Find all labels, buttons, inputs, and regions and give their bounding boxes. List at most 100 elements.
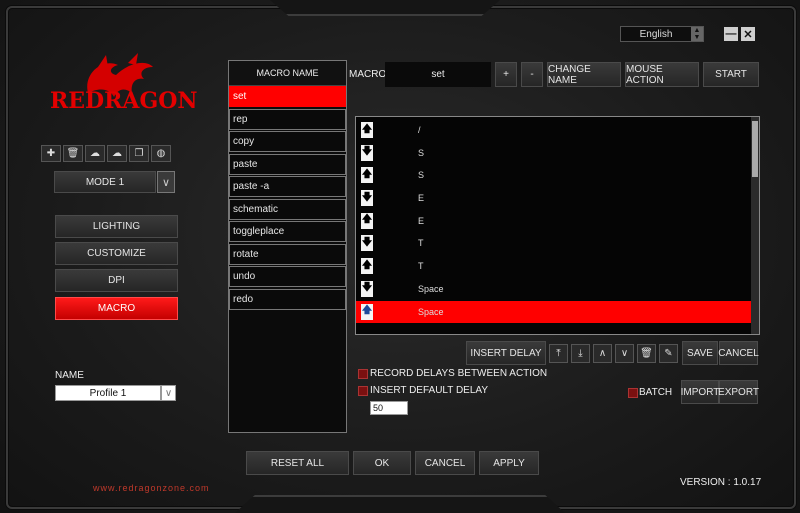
brand-url: www.redragonzone.com bbox=[93, 483, 210, 493]
default-delay-input[interactable]: 50 bbox=[370, 401, 408, 415]
insert-default-delay-checkbox[interactable] bbox=[358, 386, 368, 396]
nav-dpi-button[interactable]: DPI bbox=[55, 269, 178, 292]
profile-select[interactable]: Profile 1 ∨ bbox=[55, 385, 176, 401]
key-down-icon: 🡇 bbox=[361, 144, 373, 161]
move-top-icon[interactable]: ⤒ bbox=[549, 344, 568, 363]
profile-toolbar: ✚ 🗑 ☁ ☁ ❐ ◍ bbox=[41, 145, 171, 162]
macro-event-key: S bbox=[418, 147, 425, 158]
macro-event-key: S bbox=[418, 170, 425, 181]
macro-event-key: E bbox=[418, 215, 425, 226]
delete-icon[interactable]: 🗑 bbox=[63, 145, 83, 162]
macro-list-item[interactable]: schematic bbox=[229, 198, 346, 220]
copy-icon[interactable]: ❐ bbox=[129, 145, 149, 162]
start-record-button[interactable]: START bbox=[703, 62, 759, 87]
close-icon[interactable]: ✕ bbox=[741, 27, 755, 41]
reset-all-button[interactable]: RESET ALL bbox=[246, 451, 349, 475]
cloud-upload-icon[interactable]: ☁ bbox=[85, 145, 105, 162]
export-button[interactable]: EXPORT bbox=[718, 380, 759, 404]
macro-list-item[interactable]: set bbox=[229, 86, 346, 107]
language-spinner-icon[interactable]: ▲ ▼ bbox=[691, 27, 703, 41]
remove-macro-button[interactable]: - bbox=[521, 62, 543, 87]
profile-name-label: NAME bbox=[55, 370, 84, 381]
key-down-icon: 🡇 bbox=[361, 280, 373, 297]
macro-event-row[interactable]: 🡅 Space bbox=[356, 300, 759, 324]
app-window: English ▲ ▼ — ✕ REDRAGON ✚ 🗑 ☁ ☁ ❐ ◍ MODE… bbox=[0, 0, 800, 513]
chevron-down-icon[interactable]: ∨ bbox=[161, 385, 176, 401]
macro-list-item[interactable]: rotate bbox=[229, 243, 346, 265]
macro-event-row[interactable]: 🡇 S bbox=[356, 142, 759, 165]
import-button[interactable]: IMPORT bbox=[681, 380, 719, 404]
cancel-edit-button[interactable]: CANCEL bbox=[718, 341, 759, 365]
apply-button[interactable]: APPLY bbox=[479, 451, 539, 475]
macro-list-item[interactable]: redo bbox=[229, 288, 346, 310]
nav-macro-button[interactable]: MACRO bbox=[55, 297, 178, 320]
cancel-button[interactable]: CANCEL bbox=[415, 451, 475, 475]
add-macro-button[interactable]: + bbox=[495, 62, 517, 87]
move-down-icon[interactable]: ∨ bbox=[615, 344, 634, 363]
nav-customize-button[interactable]: CUSTOMIZE bbox=[55, 242, 178, 265]
insert-default-delay-label: INSERT DEFAULT DELAY bbox=[370, 385, 489, 396]
move-bottom-icon[interactable]: ⤓ bbox=[571, 344, 590, 363]
macro-list-header: MACRO NAME bbox=[229, 61, 346, 86]
macro-event-row[interactable]: 🡅 S bbox=[356, 164, 759, 187]
macro-event-row[interactable]: 🡅 E bbox=[356, 210, 759, 233]
key-up-icon: 🡅 bbox=[361, 212, 373, 229]
version-label: VERSION : 1.0.17 bbox=[680, 477, 762, 488]
language-select[interactable]: English ▲ ▼ bbox=[620, 26, 704, 42]
macro-event-row[interactable]: 🡅 T bbox=[356, 255, 759, 278]
nav-lighting-button[interactable]: LIGHTING bbox=[55, 215, 178, 238]
batch-label: BATCH bbox=[639, 387, 673, 398]
record-delays-checkbox[interactable] bbox=[358, 369, 368, 379]
macro-event-key: Space bbox=[418, 306, 444, 317]
macro-event-row[interactable]: 🡇 Space bbox=[356, 278, 759, 301]
macro-event-row[interactable]: 🡅 / bbox=[356, 119, 759, 142]
profile-name-field[interactable]: Profile 1 bbox=[55, 385, 161, 401]
macro-event-key: E bbox=[418, 193, 425, 204]
top-frame-notch bbox=[270, 0, 500, 16]
move-up-icon[interactable]: ∧ bbox=[593, 344, 612, 363]
key-up-icon: 🡅 bbox=[361, 258, 373, 275]
bottom-frame-notch bbox=[235, 495, 565, 513]
mode-value[interactable]: MODE 1 bbox=[54, 171, 156, 193]
key-up-icon: 🡅 bbox=[361, 122, 373, 138]
language-value: English bbox=[639, 28, 673, 40]
macro-event-key: T bbox=[418, 238, 424, 249]
mouse-action-button[interactable]: MOUSE ACTION bbox=[625, 62, 699, 87]
event-list-scrollbar[interactable] bbox=[751, 117, 759, 334]
macro-list-item[interactable]: toggleplace bbox=[229, 221, 346, 242]
ok-button[interactable]: OK bbox=[353, 451, 411, 475]
save-button[interactable]: SAVE bbox=[682, 341, 718, 365]
macro-list-item[interactable]: paste bbox=[229, 153, 346, 175]
macro-list-item[interactable]: undo bbox=[229, 266, 346, 287]
macro-list-item[interactable]: copy bbox=[229, 131, 346, 152]
key-down-icon: 🡇 bbox=[361, 190, 373, 207]
record-delays-label: RECORD DELAYS BETWEEN ACTION bbox=[370, 368, 548, 379]
palette-icon[interactable]: ◍ bbox=[151, 145, 171, 162]
macro-event-key: Space bbox=[418, 283, 444, 294]
change-name-button[interactable]: CHANGE NAME bbox=[547, 62, 621, 87]
brand-logo-text: REDRAGON bbox=[50, 88, 198, 114]
cloud-download-icon[interactable]: ☁ bbox=[107, 145, 127, 162]
macro-event-row[interactable]: 🡇 T bbox=[356, 232, 759, 255]
key-up-icon: 🡅 bbox=[361, 303, 373, 320]
insert-delay-button[interactable]: INSERT DELAY bbox=[466, 341, 546, 365]
key-up-icon: 🡅 bbox=[361, 167, 373, 184]
mode-select[interactable]: MODE 1 ∨ bbox=[54, 171, 175, 193]
macro-event-list: 🡅 / 🡇 S 🡅 S 🡇 E 🡅 E 🡇 T 🡅 T 🡇 Space 🡅 Space bbox=[355, 116, 760, 335]
delete-event-icon[interactable]: 🗑 bbox=[637, 344, 656, 363]
macro-event-key: T bbox=[418, 261, 424, 272]
key-down-icon: 🡇 bbox=[361, 235, 373, 252]
macro-name-display: set bbox=[385, 62, 491, 87]
macro-label: MACRO bbox=[349, 69, 387, 80]
clear-events-icon[interactable]: ✎ bbox=[659, 344, 678, 363]
macro-event-row[interactable]: 🡇 E bbox=[356, 187, 759, 210]
macro-list-item[interactable]: paste -a bbox=[229, 176, 346, 197]
macro-list: MACRO NAME set rep copy paste paste -a schema… bbox=[228, 60, 347, 433]
batch-checkbox[interactable] bbox=[628, 388, 638, 398]
add-icon[interactable]: ✚ bbox=[41, 145, 61, 162]
scrollbar-thumb[interactable] bbox=[752, 121, 758, 177]
macro-list-item[interactable]: rep bbox=[229, 108, 346, 130]
macro-event-key: / bbox=[418, 125, 421, 135]
minimize-icon[interactable]: — bbox=[724, 27, 738, 41]
chevron-down-icon[interactable]: ∨ bbox=[157, 171, 175, 193]
